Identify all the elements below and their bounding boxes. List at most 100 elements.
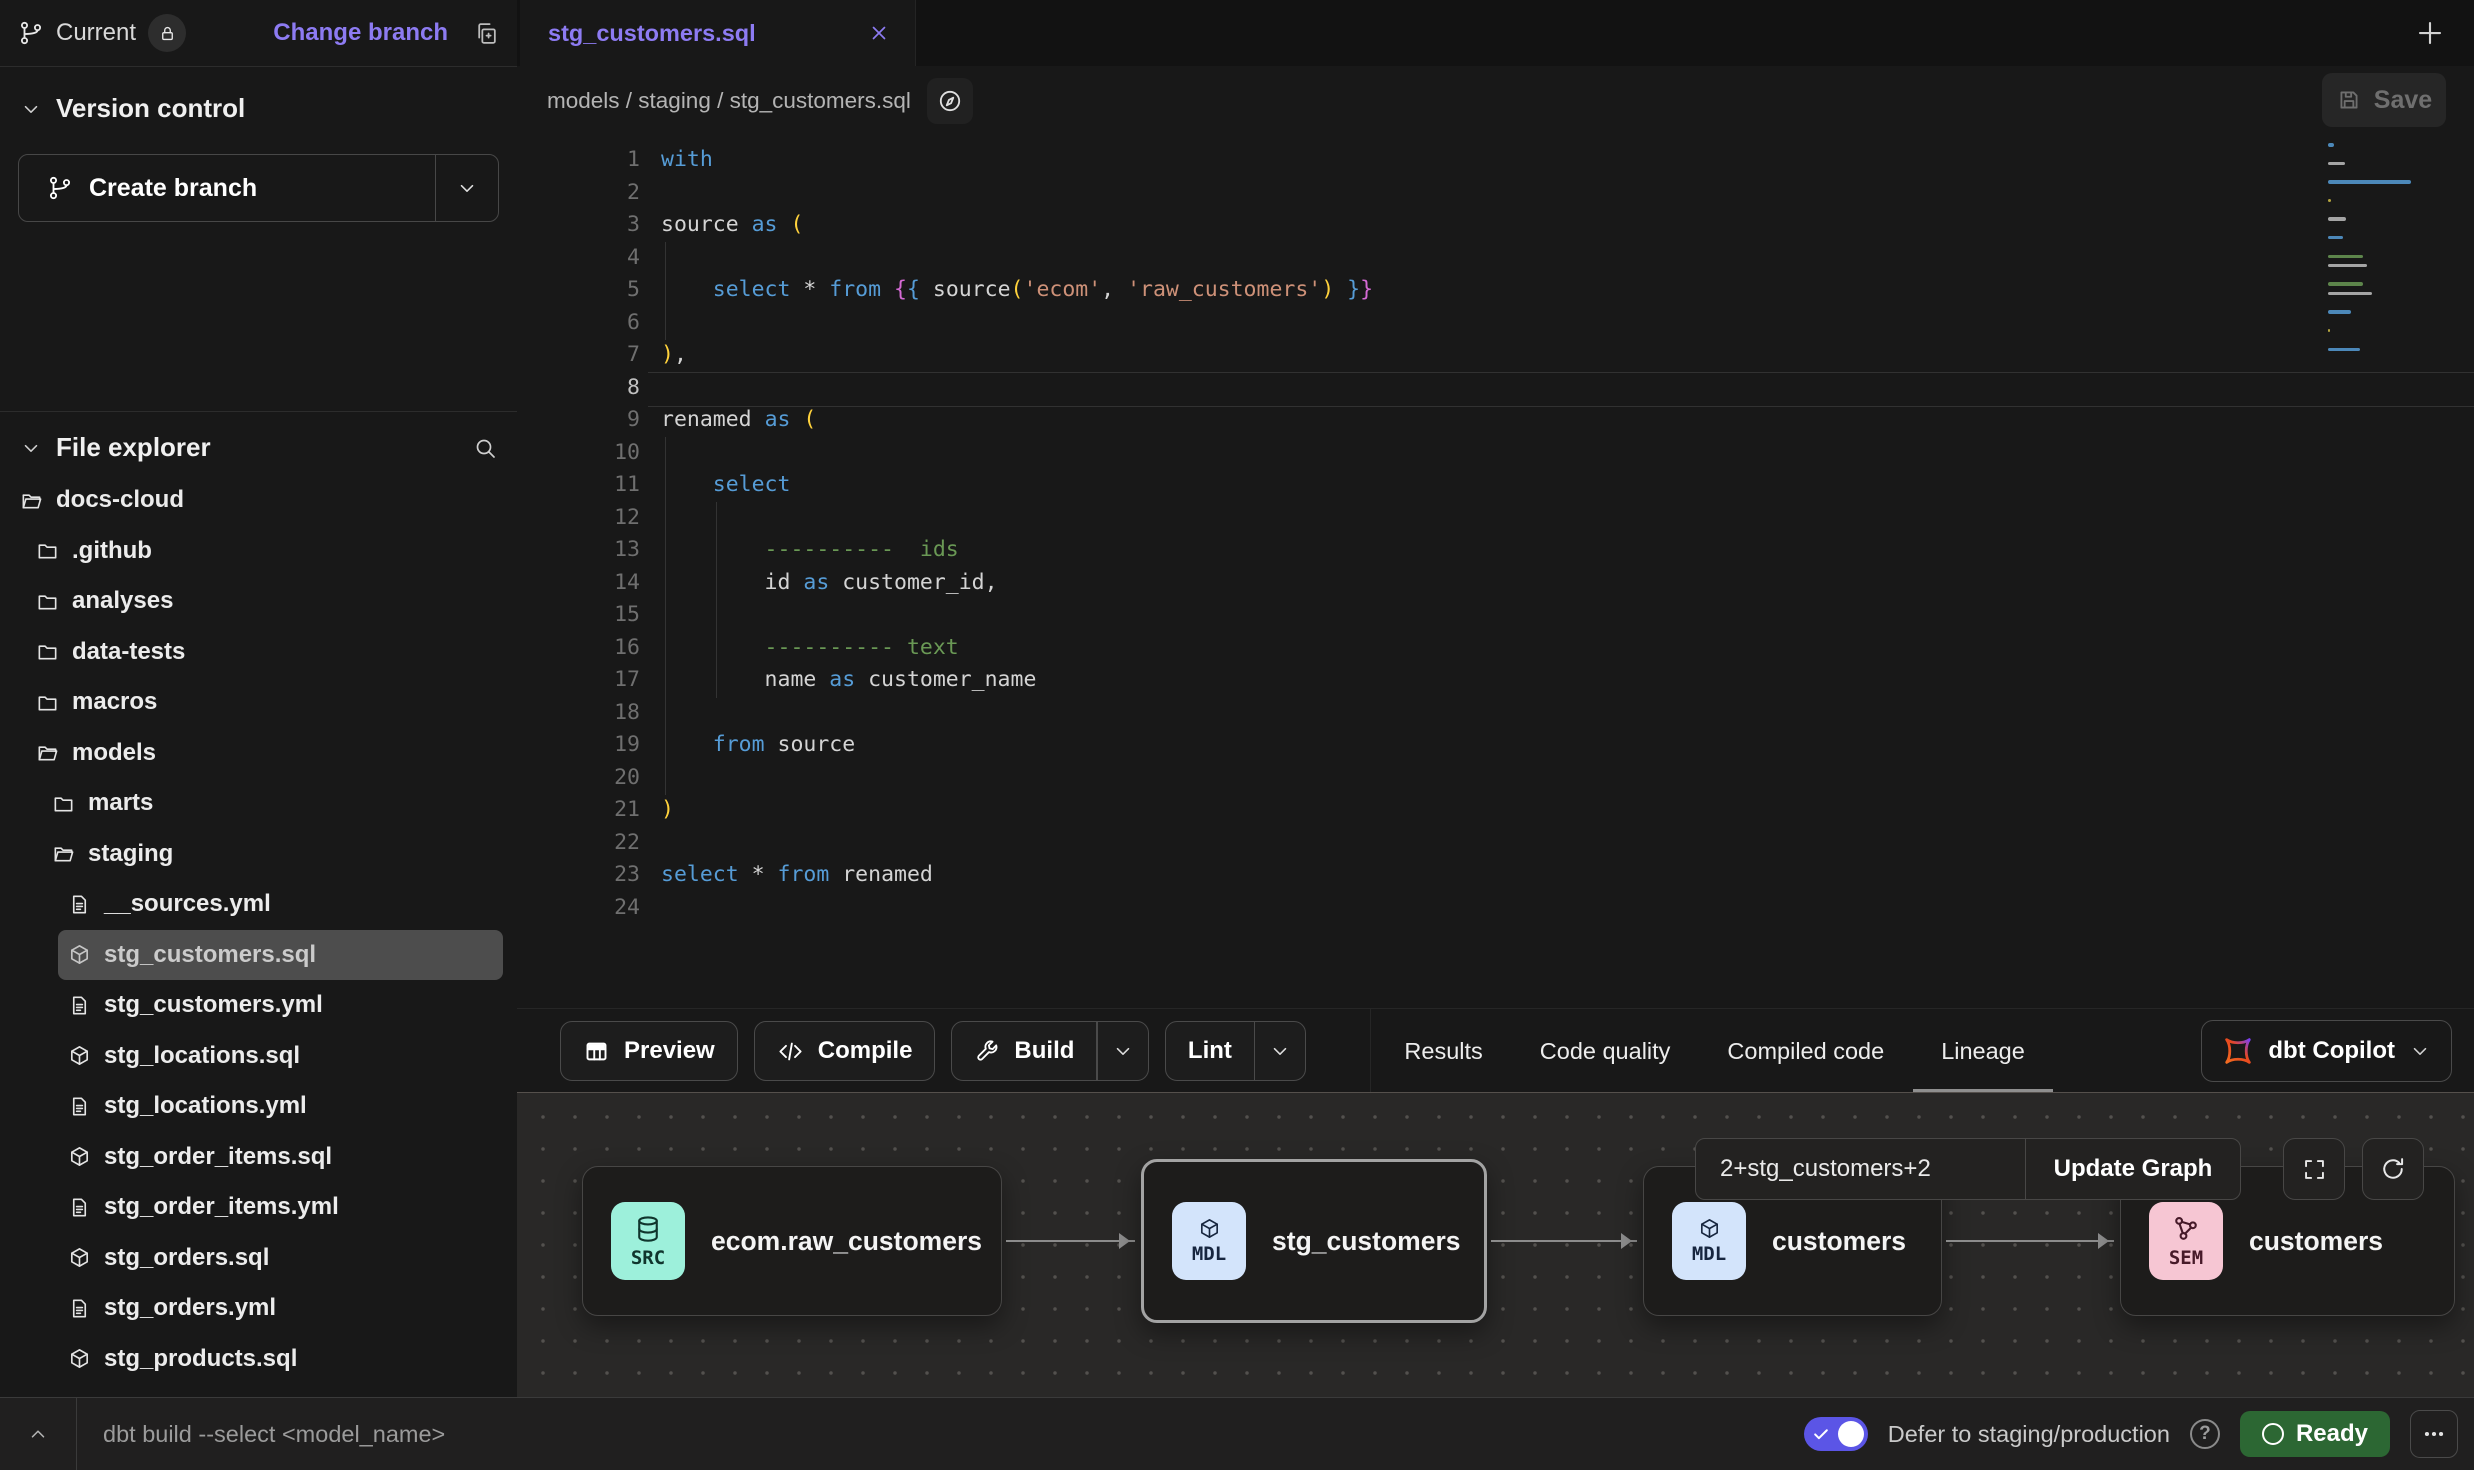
- code-line[interactable]: [661, 307, 2344, 340]
- chevron-down-icon: [20, 98, 42, 120]
- lint-dropdown[interactable]: [1255, 1022, 1305, 1080]
- tree-item-marts[interactable]: marts: [0, 778, 517, 829]
- code-line[interactable]: [661, 177, 2344, 210]
- create-branch-main[interactable]: Create branch: [19, 155, 435, 221]
- sidebar: Current Change branch Version control Cr…: [0, 0, 518, 1398]
- code-line[interactable]: ---------- text: [661, 632, 2344, 665]
- lineage-node-ecom-raw-customers[interactable]: SRCecom.raw_customers: [582, 1166, 1002, 1316]
- code-line[interactable]: select * from {{ source('ecom', 'raw_cus…: [661, 274, 2344, 307]
- preview-button[interactable]: Preview: [560, 1021, 738, 1081]
- tab-results[interactable]: Results: [1404, 1009, 1482, 1093]
- tree-item-label: stg_order_items.sql: [104, 1143, 332, 1171]
- create-branch-dropdown[interactable]: [436, 155, 498, 221]
- tree-item--github[interactable]: .github: [0, 526, 517, 577]
- copy-icon[interactable]: [474, 21, 499, 46]
- code-line[interactable]: [661, 697, 2344, 730]
- tree-item-label: stg_locations.yml: [104, 1092, 307, 1120]
- ellipsis-icon: [2421, 1421, 2447, 1447]
- status-bar: dbt build --select <model_name> Defer to…: [0, 1397, 2474, 1470]
- code-line[interactable]: [661, 599, 2344, 632]
- code-icon: [777, 1038, 804, 1065]
- chevron-down-icon: [456, 177, 478, 199]
- tree-item-macros[interactable]: macros: [0, 677, 517, 728]
- code-line[interactable]: [661, 892, 2344, 925]
- code-line[interactable]: [661, 437, 2344, 470]
- create-branch-button[interactable]: Create branch: [18, 154, 499, 222]
- code-line[interactable]: ),: [661, 339, 2344, 372]
- tree-item-stg-locations-yml[interactable]: stg_locations.yml: [0, 1081, 517, 1132]
- lineage-selector-input[interactable]: 2+stg_customers+2: [1696, 1139, 2025, 1199]
- check-icon: [1811, 1424, 1831, 1444]
- tab-stg-customers-sql[interactable]: stg_customers.sql: [520, 0, 916, 66]
- defer-toggle[interactable]: [1804, 1417, 1868, 1451]
- code-line[interactable]: from source: [661, 729, 2344, 762]
- tree-item-stg-order-items-yml[interactable]: stg_order_items.yml: [0, 1182, 517, 1233]
- node-badge-sem: SEM: [2149, 1202, 2223, 1280]
- tree-item-stg-locations-sql[interactable]: stg_locations.sql: [0, 1031, 517, 1082]
- new-tab-button[interactable]: [2410, 13, 2450, 53]
- build-dropdown[interactable]: [1098, 1022, 1148, 1080]
- tree-item-analyses[interactable]: analyses: [0, 576, 517, 627]
- lint-button[interactable]: Lint: [1165, 1021, 1306, 1081]
- tree-item--sources-yml[interactable]: __sources.yml: [0, 879, 517, 930]
- tree-item-docs-cloud[interactable]: docs-cloud: [0, 475, 517, 526]
- code-editor[interactable]: 123456789101112131415161718192021222324 …: [517, 135, 2474, 1008]
- folder-open-icon: [52, 842, 75, 865]
- tree-item-stg-order-items-sql[interactable]: stg_order_items.sql: [0, 1132, 517, 1183]
- docs-explore-button[interactable]: [927, 78, 973, 124]
- code-line[interactable]: [661, 827, 2344, 860]
- tree-item-stg-customers-sql[interactable]: stg_customers.sql: [58, 930, 503, 981]
- tab-label: stg_customers.sql: [548, 20, 867, 47]
- tab-compiled-code[interactable]: Compiled code: [1727, 1009, 1884, 1093]
- tree-item-stg-customers-yml[interactable]: stg_customers.yml: [0, 980, 517, 1031]
- change-branch-link[interactable]: Change branch: [273, 19, 448, 47]
- lineage-node-stg-customers[interactable]: MDLstg_customers: [1141, 1159, 1487, 1323]
- version-control-header[interactable]: Version control: [0, 67, 517, 124]
- doc-icon: [68, 994, 91, 1017]
- code-line[interactable]: [661, 762, 2344, 795]
- file-explorer-header[interactable]: File explorer: [0, 412, 517, 463]
- lineage-edge: [1491, 1240, 1637, 1242]
- code-lines[interactable]: with source as ( select * from {{ source(…: [661, 144, 2344, 924]
- code-line[interactable]: select * from renamed: [661, 859, 2344, 892]
- compile-button[interactable]: Compile: [754, 1021, 936, 1081]
- collapse-panel-button[interactable]: [0, 1398, 77, 1470]
- tab-code-quality[interactable]: Code quality: [1540, 1009, 1671, 1093]
- close-icon[interactable]: [867, 21, 891, 45]
- code-line[interactable]: renamed as (: [661, 404, 2344, 437]
- dbt-copilot-button[interactable]: dbt Copilot: [2201, 1020, 2452, 1082]
- environment-status-button[interactable]: Ready: [2240, 1411, 2390, 1457]
- code-line[interactable]: [661, 372, 2344, 405]
- update-graph-button[interactable]: Update Graph: [2025, 1139, 2240, 1199]
- tab-lineage[interactable]: Lineage: [1941, 1009, 2025, 1093]
- code-line[interactable]: ---------- ids: [661, 534, 2344, 567]
- code-line[interactable]: [661, 242, 2344, 275]
- fullscreen-button[interactable]: [2283, 1138, 2345, 1200]
- tree-item-stg-products-sql[interactable]: stg_products.sql: [0, 1334, 517, 1385]
- code-line[interactable]: source as (: [661, 209, 2344, 242]
- tree-item-data-tests[interactable]: data-tests: [0, 627, 517, 678]
- lineage-panel[interactable]: SRCecom.raw_customersMDLstg_customersMDL…: [517, 1092, 2474, 1399]
- build-button[interactable]: Build: [951, 1021, 1149, 1081]
- more-options-button[interactable]: [2410, 1410, 2458, 1458]
- tree-item-stg-orders-sql[interactable]: stg_orders.sql: [0, 1233, 517, 1284]
- tree-item-staging[interactable]: staging: [0, 829, 517, 880]
- code-line[interactable]: name as customer_name: [661, 664, 2344, 697]
- code-line[interactable]: ): [661, 794, 2344, 827]
- code-line[interactable]: with: [661, 144, 2344, 177]
- help-icon[interactable]: ?: [2190, 1419, 2220, 1449]
- folder-icon: [36, 691, 59, 714]
- code-line[interactable]: id as customer_id,: [661, 567, 2344, 600]
- save-button[interactable]: Save: [2322, 73, 2446, 127]
- tree-item-stg-orders-yml[interactable]: stg_orders.yml: [0, 1283, 517, 1334]
- code-line[interactable]: select: [661, 469, 2344, 502]
- code-line[interactable]: [661, 502, 2344, 535]
- editor-minimap[interactable]: [2328, 143, 2446, 366]
- status-circle-icon: [2262, 1423, 2284, 1445]
- refresh-button[interactable]: [2362, 1138, 2424, 1200]
- command-input[interactable]: dbt build --select <model_name>: [103, 1421, 445, 1448]
- search-icon[interactable]: [473, 436, 497, 460]
- line-number-gutter: 123456789101112131415161718192021222324: [517, 144, 640, 924]
- tree-item-models[interactable]: models: [0, 728, 517, 779]
- cube-icon: [1698, 1217, 1721, 1240]
